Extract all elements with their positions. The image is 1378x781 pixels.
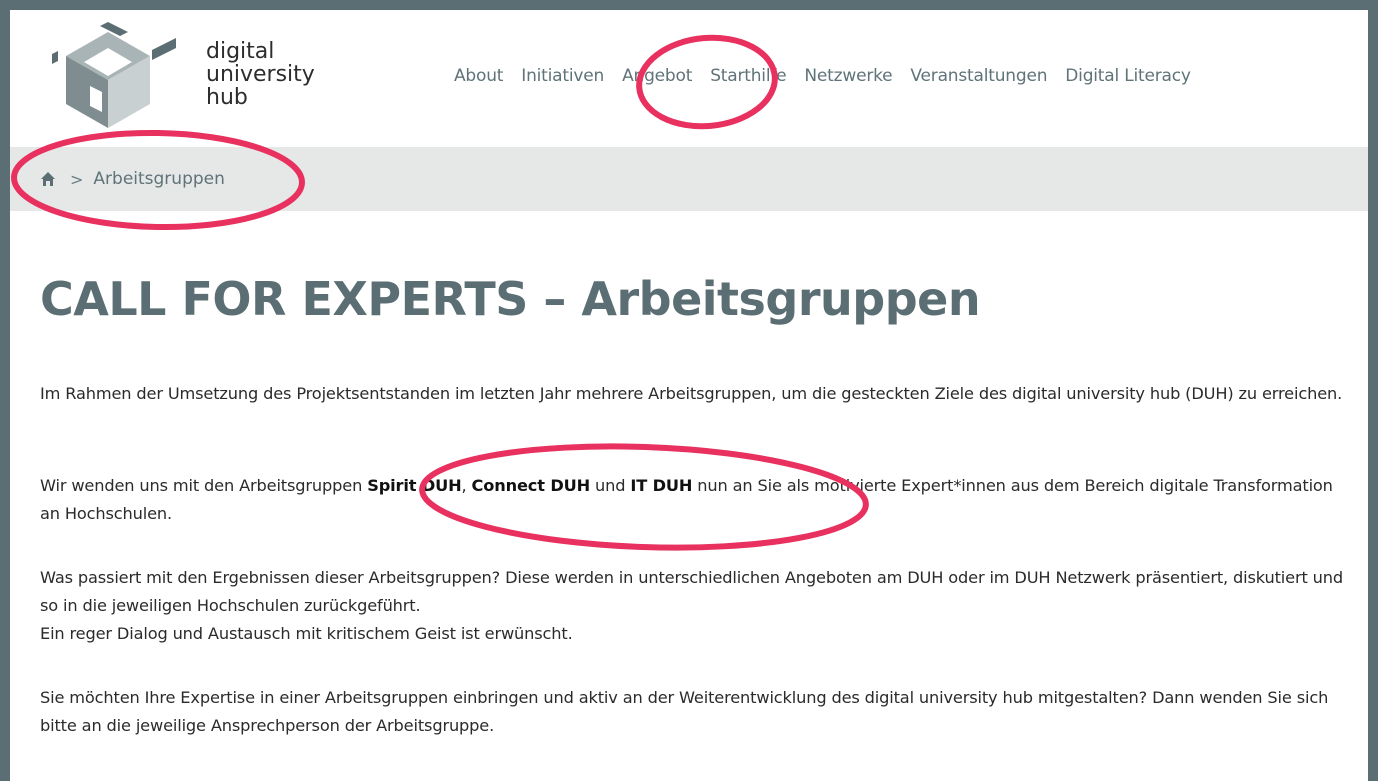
logo-line: university (206, 62, 315, 87)
group-it-duh: IT DUH (630, 476, 693, 495)
nav-item-initiativen[interactable]: Initiativen (521, 66, 604, 86)
nav-item-about[interactable]: About (454, 66, 503, 86)
main-nav: About Initiativen Angebot Starthilfe Net… (454, 66, 1191, 86)
page-title: CALL FOR EXPERTS – Arbeitsgruppen (40, 272, 981, 326)
intro-paragraph: Im Rahmen der Umsetzung des Projektsents… (40, 384, 1343, 403)
nav-item-netzwerke[interactable]: Netzwerke (804, 66, 892, 86)
nav-item-angebot[interactable]: Angebot (622, 66, 692, 86)
group-spirit-duh: Spirit DUH (367, 476, 462, 495)
text-run: und (590, 476, 631, 495)
logo-line: hub (206, 85, 248, 110)
results-paragraph: Was passiert mit den Ergebnissen dieser … (40, 564, 1350, 648)
breadcrumb-current: Arbeitsgruppen (93, 169, 225, 189)
site-header: digital university hub About Initiativen… (10, 10, 1368, 147)
group-connect-duh: Connect DUH (471, 476, 591, 495)
home-icon[interactable] (40, 171, 56, 187)
text-run: Was passiert mit den Ergebnissen dieser … (40, 568, 1344, 615)
text-run: Ein reger Dialog und Austausch mit kriti… (40, 624, 573, 643)
nav-item-starthilfe[interactable]: Starthilfe (710, 66, 786, 86)
nav-item-veranstaltungen[interactable]: Veranstaltungen (910, 66, 1047, 86)
main-content: CALL FOR EXPERTS – Arbeitsgruppen Im Rah… (40, 262, 1350, 735)
breadcrumb-separator: > (70, 169, 84, 189)
logo-cube-icon (52, 22, 176, 128)
text-run: , (461, 476, 472, 495)
nav-item-digital-literacy[interactable]: Digital Literacy (1065, 66, 1191, 86)
contact-paragraph: Sie möchten Ihre Expertise in einer Arbe… (40, 688, 1329, 735)
breadcrumb: > Arbeitsgruppen (10, 147, 1368, 211)
site-logo[interactable]: digital university hub (38, 16, 348, 134)
text-run: Wir wenden uns mit den Arbeitsgruppen (40, 476, 368, 495)
logo-line: digital (206, 39, 275, 64)
groups-paragraph: Wir wenden uns mit den Arbeitsgruppen Sp… (40, 472, 1350, 528)
logo-text: digital university hub (206, 40, 315, 109)
